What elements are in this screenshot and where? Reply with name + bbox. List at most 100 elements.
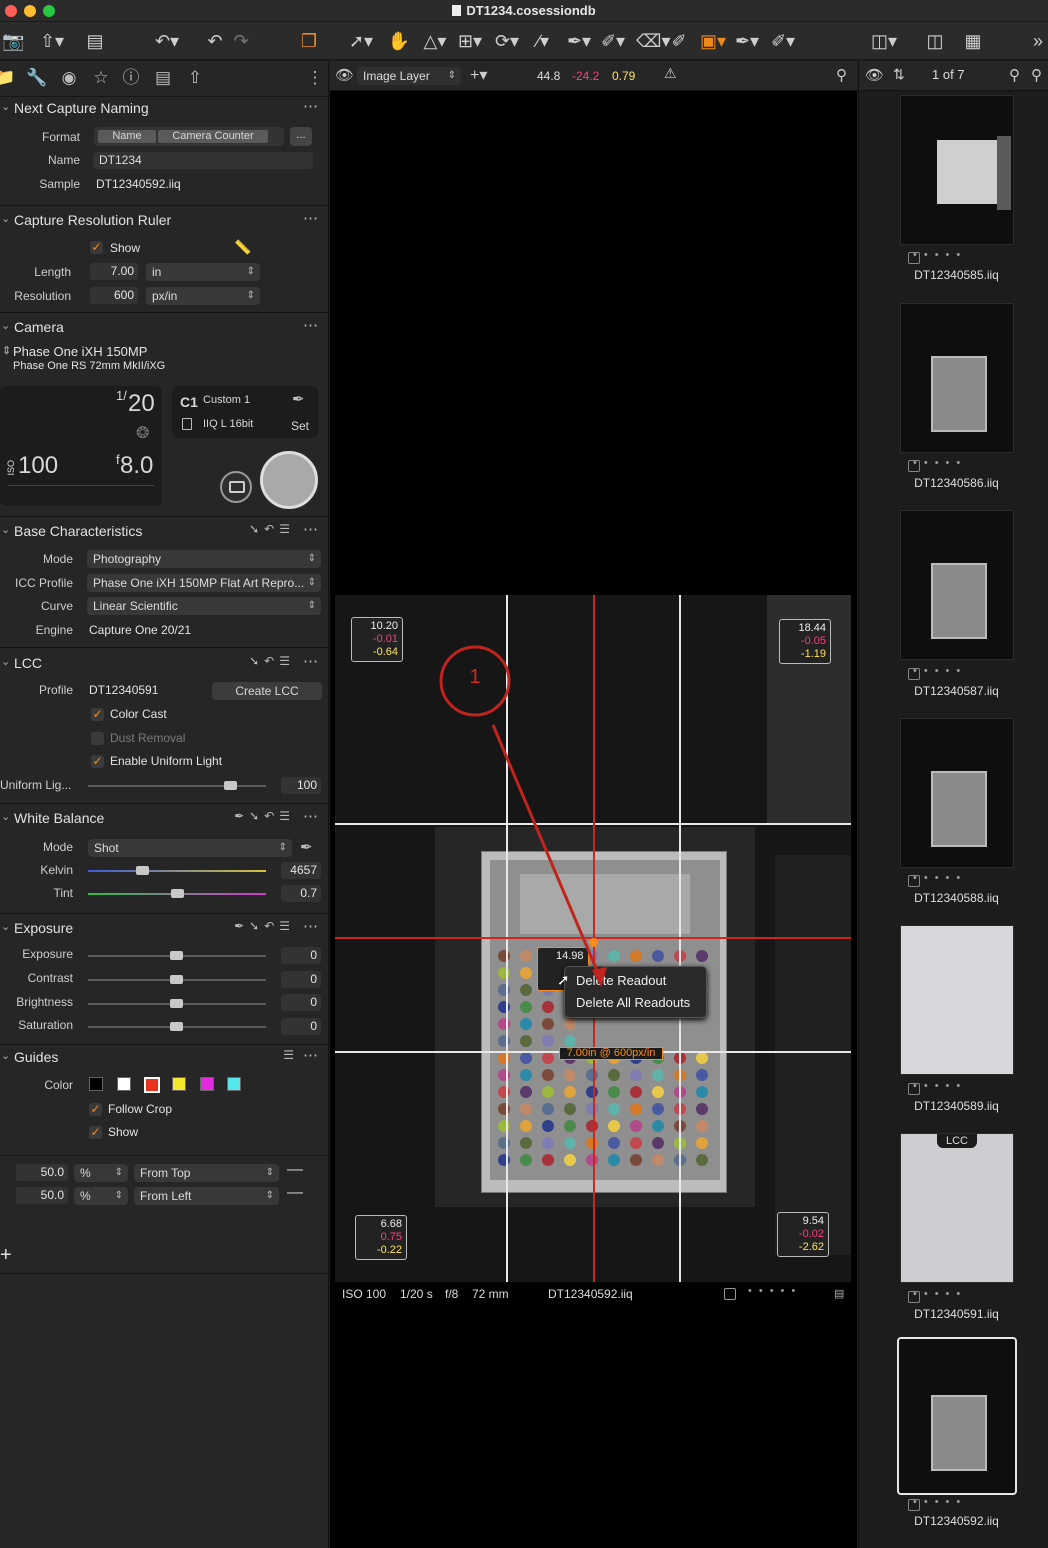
rotate-tool-icon[interactable]: ⟳▾: [492, 28, 522, 54]
brightness-knob[interactable]: [170, 999, 183, 1008]
guide-color-white[interactable]: [117, 1077, 131, 1091]
filter-icon[interactable]: ⚲: [1031, 66, 1042, 84]
remove-guide1-button[interactable]: —: [287, 1161, 303, 1179]
saturation-value[interactable]: 0: [281, 1018, 321, 1035]
section-actions[interactable]: ✒➘↶☰: [234, 919, 295, 933]
pan-tool-icon[interactable]: ✋▾: [384, 28, 414, 77]
guides-show-checkbox[interactable]: ✓: [89, 1126, 102, 1139]
follow-crop-checkbox[interactable]: ✓: [89, 1103, 102, 1116]
tint-knob[interactable]: [171, 889, 184, 898]
brightness-value[interactable]: 0: [281, 994, 321, 1011]
section-actions[interactable]: ✒➘↶☰: [234, 809, 295, 823]
star-tab-icon[interactable]: ☆: [90, 67, 112, 89]
more-icon[interactable]: ⋯: [303, 209, 319, 227]
mode-select[interactable]: Photography ⇕: [87, 550, 321, 568]
exposure-knob[interactable]: [170, 951, 183, 960]
length-input[interactable]: 7.00: [90, 263, 138, 280]
select-tool-icon[interactable]: ➚▾: [346, 28, 376, 54]
zoom-icon[interactable]: ⚲: [836, 66, 847, 84]
iso-value[interactable]: 100: [18, 452, 58, 480]
dust-removal-checkbox[interactable]: [91, 732, 104, 745]
camera-icon[interactable]: 📷: [2, 28, 24, 54]
guides-header[interactable]: ⌄ Guides ☰ ⋯: [0, 1046, 328, 1070]
rating-dots[interactable]: •••••: [913, 1080, 967, 1092]
eraser-tool-icon[interactable]: ⌫▾: [636, 28, 671, 54]
more-icon[interactable]: ⋯: [303, 917, 319, 935]
draw-tool-icon[interactable]: ✐▾: [768, 28, 798, 54]
keystone-tool-icon[interactable]: △▾: [420, 28, 450, 54]
section-actions[interactable]: ☰: [283, 1048, 299, 1062]
rating-dots[interactable]: •••••: [913, 1288, 967, 1300]
camera-header[interactable]: ⌄ Camera ⋯: [0, 316, 328, 340]
layers-icon[interactable]: ❐: [296, 28, 322, 54]
camera-model[interactable]: Phase One iXH 150MP: [13, 344, 147, 359]
thumbnail-6[interactable]: LCC: [900, 1133, 1014, 1283]
guide2-reference-select[interactable]: From Left ⇕: [134, 1187, 279, 1205]
wb-picker-icon[interactable]: ✒: [300, 838, 313, 856]
thumbnail-5[interactable]: [900, 925, 1014, 1075]
more-icon[interactable]: ⋯: [303, 807, 319, 825]
remove-guide2-button[interactable]: —: [287, 1184, 303, 1202]
sort-icon[interactable]: ⇅: [893, 66, 905, 83]
more-icon[interactable]: ⋯: [303, 97, 319, 115]
more-icon[interactable]: ⋯: [303, 652, 319, 670]
tint-value[interactable]: 0.7: [281, 885, 321, 902]
compare-view-icon[interactable]: ◫▾: [864, 28, 904, 54]
exposure-warning-icon[interactable]: ◫: [922, 28, 948, 54]
rating-dots[interactable]: •••••: [913, 249, 967, 261]
token-name[interactable]: Name: [98, 130, 156, 143]
more-icon[interactable]: ⋯: [303, 316, 319, 334]
shutter-value[interactable]: 20: [128, 390, 155, 418]
guide2-position-input[interactable]: 50.0: [16, 1187, 68, 1204]
capture-button[interactable]: [260, 451, 318, 509]
layer-select[interactable]: Image Layer ⇕: [357, 67, 461, 85]
export-tab-icon[interactable]: ⇧: [184, 67, 206, 89]
color-tab-icon[interactable]: ◉: [58, 67, 80, 89]
guide-color-red[interactable]: [144, 1077, 160, 1093]
thumbnail-1[interactable]: [900, 95, 1014, 245]
save-icon[interactable]: ▤: [84, 28, 106, 54]
guide-color-black[interactable]: [89, 1077, 103, 1091]
guide2-unit-select[interactable]: % ⇕: [74, 1187, 128, 1205]
tabs-more-icon[interactable]: ⋮: [304, 67, 326, 89]
saturation-knob[interactable]: [170, 1022, 183, 1031]
capture-tab-icon[interactable]: 🔧: [26, 67, 48, 89]
straighten-tool-icon[interactable]: ∕▾: [528, 28, 558, 54]
create-lcc-button[interactable]: Create LCC: [212, 682, 322, 700]
kelvin-knob[interactable]: [136, 866, 149, 875]
redo-icon[interactable]: ↷: [230, 28, 252, 54]
brush-tool-icon[interactable]: ✐▾: [598, 28, 628, 54]
add-guide-button[interactable]: +: [0, 1244, 12, 1267]
gradient-tool-icon[interactable]: ✐: [668, 28, 690, 54]
uniform-light-slider[interactable]: [88, 785, 266, 787]
picker-tool-icon[interactable]: ✒▾: [564, 28, 594, 54]
guide-color-cyan[interactable]: [227, 1077, 241, 1091]
guide1-reference-select[interactable]: From Top ⇕: [134, 1164, 279, 1182]
add-layer-icon[interactable]: +▾: [470, 65, 487, 85]
guide-color-yellow[interactable]: [172, 1077, 186, 1091]
icc-profile-select[interactable]: Phase One iXH 150MP Flat Art Repro... ⇕: [87, 574, 321, 592]
select-checkbox[interactable]: [724, 1288, 736, 1300]
warning-icon[interactable]: ⚠: [664, 65, 677, 82]
aperture-value[interactable]: 8.0: [120, 452, 153, 480]
ruler-show-checkbox[interactable]: ✓: [90, 241, 103, 254]
image-canvas[interactable]: 10.20 -0.01 -0.64 18.44 -0.05 -1.19 6.68…: [335, 595, 851, 1282]
annotate-tool-icon[interactable]: ✒▾: [732, 28, 762, 54]
section-actions[interactable]: ➘↶☰: [249, 522, 295, 536]
camera-select-icon[interactable]: ⇕: [2, 344, 11, 357]
capture-naming-header[interactable]: ⌄ Next Capture Naming ⋯: [0, 97, 328, 121]
info-tab-icon[interactable]: ⓘ: [120, 67, 142, 89]
eyedropper-icon[interactable]: ✒: [292, 390, 305, 408]
more-icon[interactable]: ⋯: [303, 520, 319, 538]
import-icon[interactable]: ⇧▾: [36, 28, 68, 54]
rating-dots[interactable]: •••••: [913, 457, 967, 469]
more-icon[interactable]: ⋯: [303, 1046, 319, 1064]
contrast-value[interactable]: 0: [281, 971, 321, 988]
token-camera-counter[interactable]: Camera Counter: [158, 130, 268, 143]
kelvin-slider[interactable]: [88, 870, 266, 872]
eye-icon[interactable]: 👁: [335, 66, 354, 84]
rating-dots[interactable]: •••••: [913, 872, 967, 884]
eye-icon[interactable]: 👁: [865, 66, 884, 84]
kelvin-value[interactable]: 4657: [281, 862, 321, 879]
thumbnail-2[interactable]: [900, 303, 1014, 453]
